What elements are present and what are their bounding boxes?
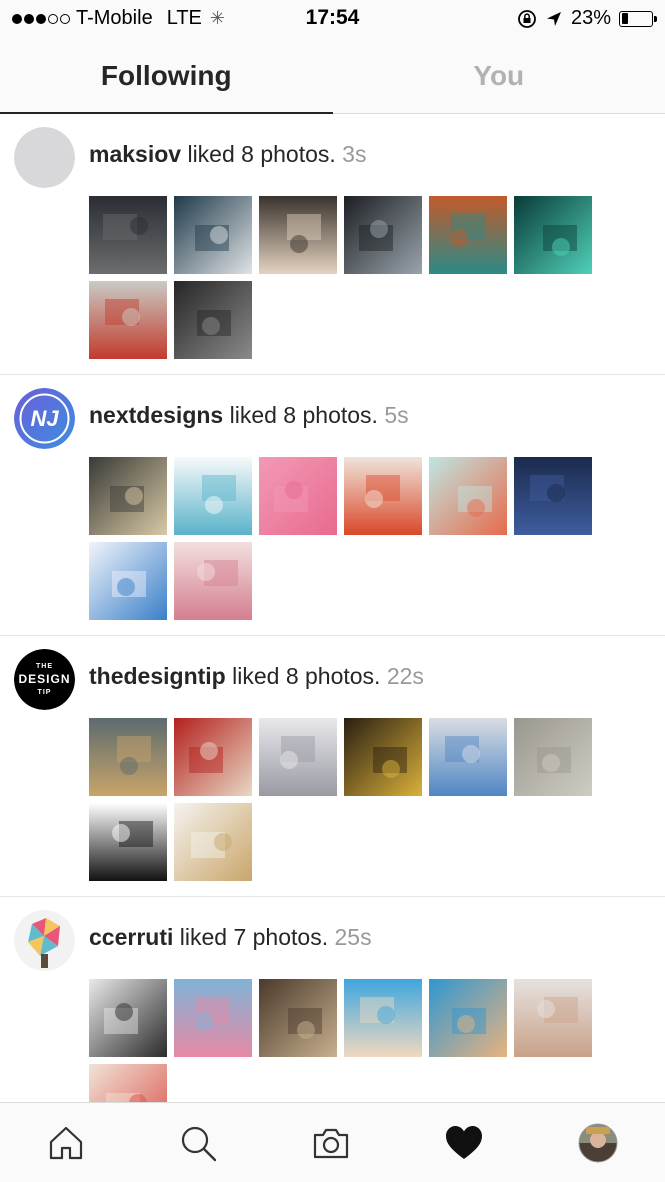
diver-pool-photo[interactable] [429,979,507,1057]
floral-letter-photo[interactable] [174,542,252,620]
storefront-photo[interactable] [89,718,167,796]
font-of-the-week-photo[interactable] [89,803,167,881]
battery-percent: 23% [570,7,611,29]
chalk-sketch-photo[interactable] [174,281,252,359]
battery-icon [619,10,657,27]
svg-text:TIP: TIP [38,689,52,696]
jetboat-poster-photo[interactable] [344,718,422,796]
activity-item: THE DESIGN TIP thedesigntip liked 8 photos.… [0,636,665,897]
status-bar: T-Mobile LTE ✳ 17:54 23% [0,0,665,38]
status-right: 23% [517,7,657,30]
activity-item: maksiov liked 8 photos. 3s [0,114,665,375]
activity-action: liked 8 photos. [225,663,387,689]
svg-text:DESIGN: DESIGN [18,672,70,686]
pink-isometric-art-photo[interactable] [259,457,337,535]
username-link[interactable]: maksiov [89,141,181,167]
activity-action: liked 8 photos. [181,141,343,167]
arte-stone-photo[interactable] [514,718,592,796]
user-avatar[interactable]: NJ [14,388,75,449]
activity-header: THE DESIGN TIP thedesigntip liked 8 photos.… [0,636,665,718]
tab-you[interactable]: You [333,38,665,113]
activity-action: liked 8 photos. [223,402,385,428]
activity-spacer [0,366,665,374]
user-avatar[interactable]: THE DESIGN TIP [14,649,75,710]
activity-spacer [0,888,665,896]
activity-text: ccerruti liked 7 photos. 25s [89,924,372,951]
activity-timestamp: 5s [384,402,409,428]
activity-text: maksiov liked 8 photos. 3s [89,141,366,168]
activity-feed[interactable]: maksiov liked 8 photos. 3s NJ nextdesigns … [0,114,665,1102]
activity-timestamp: 3s [342,141,367,167]
heart-icon[interactable] [444,1123,484,1163]
abc-letters-photo[interactable] [429,718,507,796]
activity-spacer [0,627,665,635]
two-thousand-fifteen-type-photo[interactable] [259,718,337,796]
fox-illustration-photo[interactable] [344,457,422,535]
activity-item: NJ nextdesigns liked 8 photos. 5s [0,375,665,636]
letter-n-type-photo[interactable] [174,803,252,881]
chalkboard-typography-photo[interactable] [174,196,252,274]
user-avatar[interactable] [14,127,75,188]
liked-photos-grid [0,457,610,627]
diamond-logo-photo[interactable] [174,457,252,535]
sketchbook-photo[interactable] [89,979,167,1057]
rotation-lock-icon [518,9,536,28]
user-avatar[interactable] [14,910,75,971]
username-link[interactable]: thedesigntip [89,663,226,689]
battery-fill [621,13,629,24]
green-character-art-photo[interactable] [514,196,592,274]
camera-icon[interactable] [311,1123,351,1163]
liked-photos-grid [0,718,610,888]
location-arrow-icon [546,11,561,26]
home-icon[interactable] [46,1123,86,1163]
library-room-photo[interactable] [259,979,337,1057]
texas-ranger-sign-photo[interactable] [174,718,252,796]
username-link[interactable]: nextdesigns [89,402,223,428]
frida-illustration-photo[interactable] [429,196,507,274]
activity-timestamp: 22s [386,663,424,689]
faces-illustration-photo[interactable] [89,1064,167,1102]
liked-photos-grid [0,979,610,1102]
svg-text:THE: THE [36,663,53,670]
happy-fathers-day-photo[interactable] [89,457,167,535]
portrait-busts-photo[interactable] [514,979,592,1057]
activity-header: NJ nextdesigns liked 8 photos. 5s [0,375,665,457]
activity-tabs: Following You [0,38,665,114]
activity-header: maksiov liked 8 photos. 3s [0,114,665,196]
profile-avatar[interactable] [578,1123,618,1163]
activity-action: liked 7 photos. [173,924,335,950]
liked-photos-grid [0,196,610,366]
activity-header: ccerruti liked 7 photos. 25s [0,897,665,979]
search-icon[interactable] [178,1123,218,1163]
bottom-tab-bar [0,1102,665,1182]
blue-lettering-photo[interactable] [89,542,167,620]
fathers-day-card-photo[interactable] [514,457,592,535]
username-link[interactable]: ccerruti [89,924,173,950]
activity-item: ccerruti liked 7 photos. 25s [0,897,665,1102]
activity-text: nextdesigns liked 8 photos. 5s [89,402,409,429]
activity-text: thedesigntip liked 8 photos. 22s [89,663,424,690]
colorful-houses-photo[interactable] [174,979,252,1057]
swimmers-sky-photo[interactable] [344,979,422,1057]
mimosas-lettering-photo[interactable] [259,196,337,274]
red-dragon-chalk-art-photo[interactable] [89,281,167,359]
svg-text:NJ: NJ [30,406,59,431]
chalkboard-lettering-photo[interactable] [89,196,167,274]
tab-following[interactable]: Following [0,38,333,114]
activity-timestamp: 25s [334,924,372,950]
street-wall-photo[interactable] [344,196,422,274]
battery-tip [654,15,657,22]
fox-comic-photo[interactable] [429,457,507,535]
